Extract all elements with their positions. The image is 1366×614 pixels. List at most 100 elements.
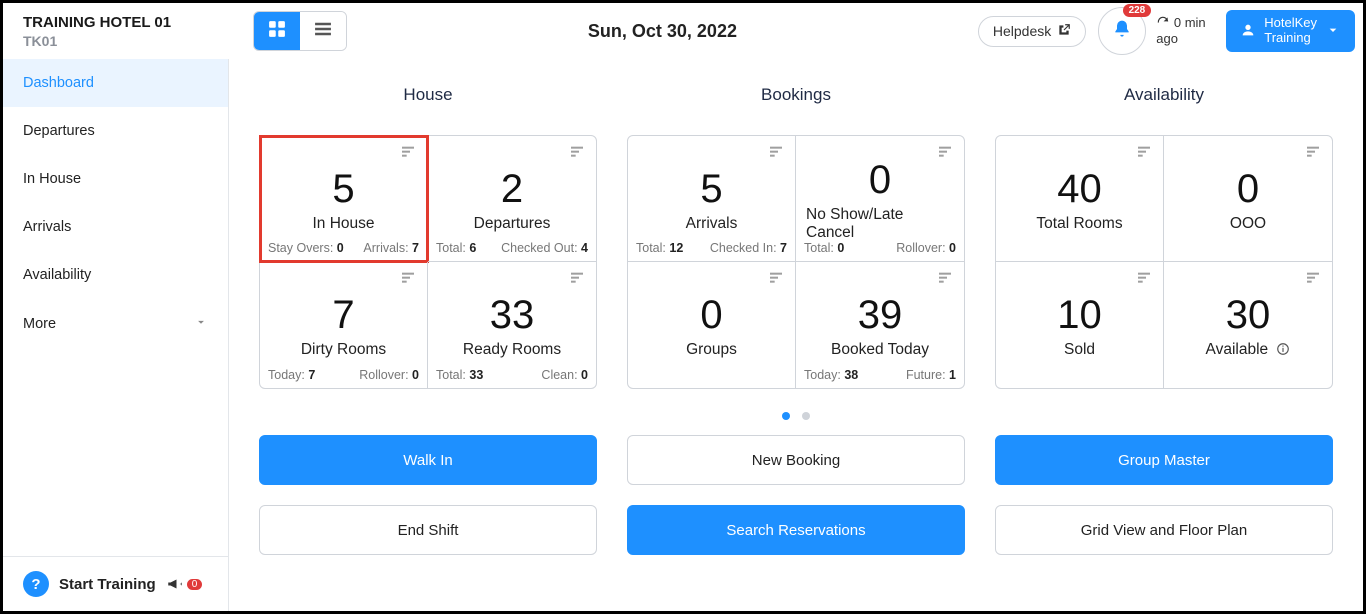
start-training-label: Start Training	[59, 576, 156, 593]
departures-value: 2	[501, 169, 523, 209]
walk-in-button[interactable]: Walk In	[259, 435, 597, 485]
sold-value: 10	[1057, 295, 1102, 335]
training-badge: 0	[186, 578, 204, 591]
help-icon: ?	[23, 571, 49, 597]
card-departures[interactable]: 2 Departures Total: 6Checked Out: 4	[428, 136, 596, 262]
booked-label: Booked Today	[831, 341, 929, 359]
groups-label: Groups	[686, 341, 737, 359]
grid-icon	[267, 19, 287, 44]
sort-icon	[399, 144, 417, 165]
sort-icon	[1304, 144, 1322, 165]
hotel-code: TK01	[23, 33, 243, 49]
available-value: 30	[1226, 295, 1271, 335]
dot-2[interactable]	[802, 412, 810, 420]
arrivals-value: 5	[700, 169, 722, 209]
card-available[interactable]: 30 Available	[1164, 262, 1332, 388]
sync-status: 0 min ago	[1156, 15, 1216, 46]
sidebar-item-dashboard[interactable]: Dashboard	[3, 59, 228, 107]
hotel-name: TRAINING HOTEL 01	[23, 14, 243, 31]
sold-label: Sold	[1064, 341, 1095, 359]
col-bookings: Bookings 5 Arrivals Total: 12Checked In:…	[627, 85, 965, 389]
card-sold[interactable]: 10 Sold	[996, 262, 1164, 388]
sidebar: Dashboard Departures In House Arrivals A…	[3, 59, 229, 611]
profile-line1: HotelKey	[1264, 15, 1317, 30]
arrivals-label: Arrivals	[686, 215, 738, 233]
end-shift-button[interactable]: End Shift	[259, 505, 597, 555]
card-ooo[interactable]: 0 OOO	[1164, 136, 1332, 262]
col-availability-title: Availability	[995, 85, 1333, 105]
noshow-label: No Show/Late Cancel	[806, 206, 954, 242]
profile-button[interactable]: HotelKey Training	[1226, 10, 1355, 52]
sort-icon	[1135, 270, 1153, 291]
ready-label: Ready Rooms	[463, 341, 561, 359]
sort-icon	[1135, 144, 1153, 165]
list-view-toggle[interactable]	[300, 12, 346, 50]
total-rooms-label: Total Rooms	[1036, 215, 1122, 233]
col-house: House 5 In House Stay Overs: 0Arrivals: …	[259, 85, 597, 389]
helpdesk-label: Helpdesk	[993, 23, 1051, 39]
sort-icon	[767, 144, 785, 165]
hotel-block: TRAINING HOTEL 01 TK01	[3, 14, 243, 49]
grid-view-toggle[interactable]	[254, 12, 300, 50]
ooo-label: OOO	[1230, 215, 1266, 233]
sort-icon	[936, 270, 954, 291]
sidebar-item-availability[interactable]: Availability	[3, 251, 228, 299]
helpdesk-button[interactable]: Helpdesk	[978, 16, 1086, 47]
sort-icon	[1304, 270, 1322, 291]
grid-floorplan-button[interactable]: Grid View and Floor Plan	[995, 505, 1333, 555]
col-bookings-title: Bookings	[627, 85, 965, 105]
profile-line2: Training	[1264, 30, 1310, 45]
user-icon	[1240, 22, 1256, 41]
card-dirty-rooms[interactable]: 7 Dirty Rooms Today: 7Rollover: 0	[260, 262, 428, 388]
card-arrivals[interactable]: 5 Arrivals Total: 12Checked In: 7	[628, 136, 796, 262]
dot-1[interactable]	[782, 412, 790, 420]
sidebar-item-inhouse[interactable]: In House	[3, 155, 228, 203]
current-date: Sun, Oct 30, 2022	[347, 21, 978, 42]
chevron-down-icon	[194, 315, 208, 333]
search-reservations-button[interactable]: Search Reservations	[627, 505, 965, 555]
main-content: House 5 In House Stay Overs: 0Arrivals: …	[229, 59, 1363, 611]
available-label: Available	[1206, 341, 1269, 358]
list-icon	[313, 19, 333, 44]
chevron-down-icon	[1325, 22, 1341, 41]
sidebar-more-label: More	[23, 316, 56, 332]
in-house-label: In House	[312, 215, 374, 233]
sort-icon	[936, 144, 954, 165]
sidebar-item-more[interactable]: More	[3, 299, 228, 349]
card-ready-rooms[interactable]: 33 Ready Rooms Total: 33Clean: 0	[428, 262, 596, 388]
sort-icon	[568, 270, 586, 291]
megaphone-icon: 0	[166, 575, 204, 593]
bell-icon	[1112, 19, 1132, 44]
header: TRAINING HOTEL 01 TK01 Sun, Oct 30, 2022…	[3, 3, 1363, 59]
col-house-title: House	[259, 85, 597, 105]
sidebar-item-arrivals[interactable]: Arrivals	[3, 203, 228, 251]
notifications-badge: 228	[1123, 4, 1152, 17]
notifications-button[interactable]: 228	[1098, 7, 1146, 55]
new-booking-button[interactable]: New Booking	[627, 435, 965, 485]
start-training-bar[interactable]: ? Start Training 0	[3, 556, 228, 611]
card-in-house[interactable]: 5 In House Stay Overs: 0Arrivals: 7	[260, 136, 428, 262]
card-total-rooms[interactable]: 40 Total Rooms	[996, 136, 1164, 262]
sync-line2: ago	[1156, 31, 1178, 46]
card-booked-today[interactable]: 39 Booked Today Today: 38Future: 1	[796, 262, 964, 388]
noshow-value: 0	[869, 160, 891, 200]
view-toggle	[253, 11, 347, 51]
card-groups[interactable]: 0 Groups	[628, 262, 796, 388]
departures-label: Departures	[474, 215, 551, 233]
sort-icon	[767, 270, 785, 291]
sidebar-item-departures[interactable]: Departures	[3, 107, 228, 155]
dirty-label: Dirty Rooms	[301, 341, 386, 359]
groups-value: 0	[700, 295, 722, 335]
refresh-icon	[1156, 15, 1174, 30]
group-master-button[interactable]: Group Master	[995, 435, 1333, 485]
sort-icon	[568, 144, 586, 165]
sort-icon	[399, 270, 417, 291]
in-house-value: 5	[332, 169, 354, 209]
ooo-value: 0	[1237, 169, 1259, 209]
card-noshow[interactable]: 0 No Show/Late Cancel Total: 0Rollover: …	[796, 136, 964, 262]
total-rooms-value: 40	[1057, 169, 1102, 209]
sync-line1: 0 min	[1174, 15, 1206, 30]
ready-value: 33	[490, 295, 535, 335]
info-icon	[1276, 342, 1290, 356]
dirty-value: 7	[332, 295, 354, 335]
